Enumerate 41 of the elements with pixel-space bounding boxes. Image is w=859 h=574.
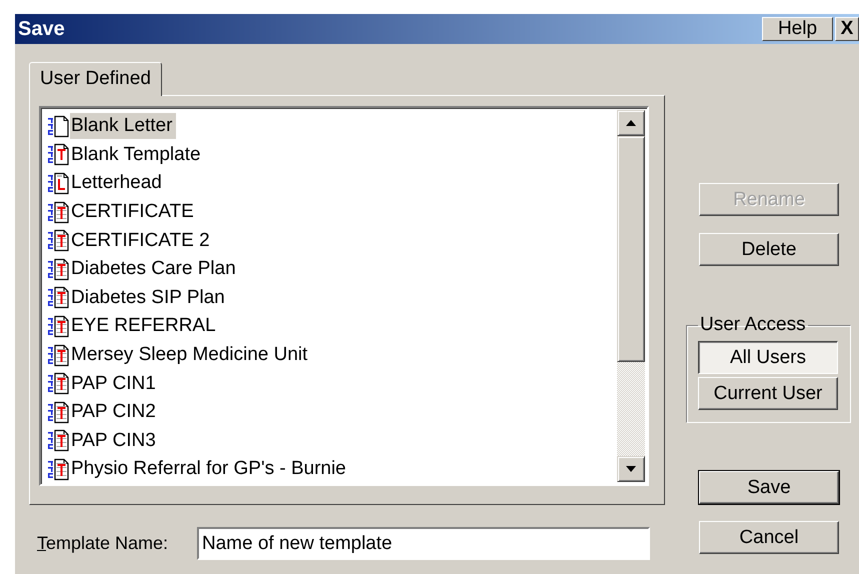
document-icon	[46, 429, 70, 452]
up-arrow-icon[interactable]	[626, 120, 636, 126]
dialog-button[interactable]: Save	[699, 471, 839, 504]
document-icon	[46, 458, 70, 481]
letterhead-icon	[46, 172, 70, 195]
document-icon	[46, 314, 70, 338]
tab[interactable]: User Defined	[29, 62, 162, 96]
document-icon	[46, 229, 70, 252]
document-icon	[46, 258, 70, 281]
document-icon	[46, 344, 70, 367]
template-name-field[interactable]: Name of new template	[197, 527, 650, 560]
template-icon	[46, 143, 70, 166]
blank-page-icon	[46, 114, 70, 138]
access-option-button[interactable]: Current User	[698, 377, 838, 410]
scrollbar[interactable]	[617, 110, 645, 482]
template-item[interactable]: EYE REFERRAL	[70, 313, 220, 340]
template-item[interactable]: Blank Letter	[70, 113, 176, 140]
template-item[interactable]: PAP CIN2	[70, 399, 160, 426]
down-arrow-icon[interactable]	[626, 466, 636, 472]
template-item[interactable]: Diabetes SIP Plan	[70, 284, 229, 311]
document-icon	[46, 286, 70, 310]
access-option-button[interactable]: All Users	[698, 341, 838, 374]
template-item[interactable]: PAP CIN1	[70, 370, 160, 397]
action-button[interactable]: Delete	[699, 233, 839, 266]
template-item[interactable]: Blank Template	[70, 142, 205, 168]
group-title: User Access	[699, 314, 807, 336]
template-item[interactable]: CERTIFICATE 2	[70, 228, 214, 254]
template-item[interactable]: Physio Referral for GP's - Burnie	[70, 456, 350, 482]
document-icon	[46, 200, 70, 224]
dialog-button[interactable]: Cancel	[699, 521, 839, 554]
template-item[interactable]: Diabetes Care Plan	[70, 256, 240, 282]
template-name-label: Template Name:	[37, 533, 170, 554]
document-icon	[46, 372, 70, 396]
template-item[interactable]: Mersey Sleep Medicine Unit	[70, 342, 312, 368]
template-item[interactable]: CERTIFICATE	[70, 199, 198, 226]
document-icon	[46, 400, 70, 424]
help-button[interactable]: Help	[762, 17, 833, 41]
template-item[interactable]: Letterhead	[70, 170, 166, 196]
close-button[interactable]: X	[835, 17, 859, 41]
window-title: Save	[18, 18, 66, 40]
template-item[interactable]: PAP CIN3	[70, 428, 160, 454]
